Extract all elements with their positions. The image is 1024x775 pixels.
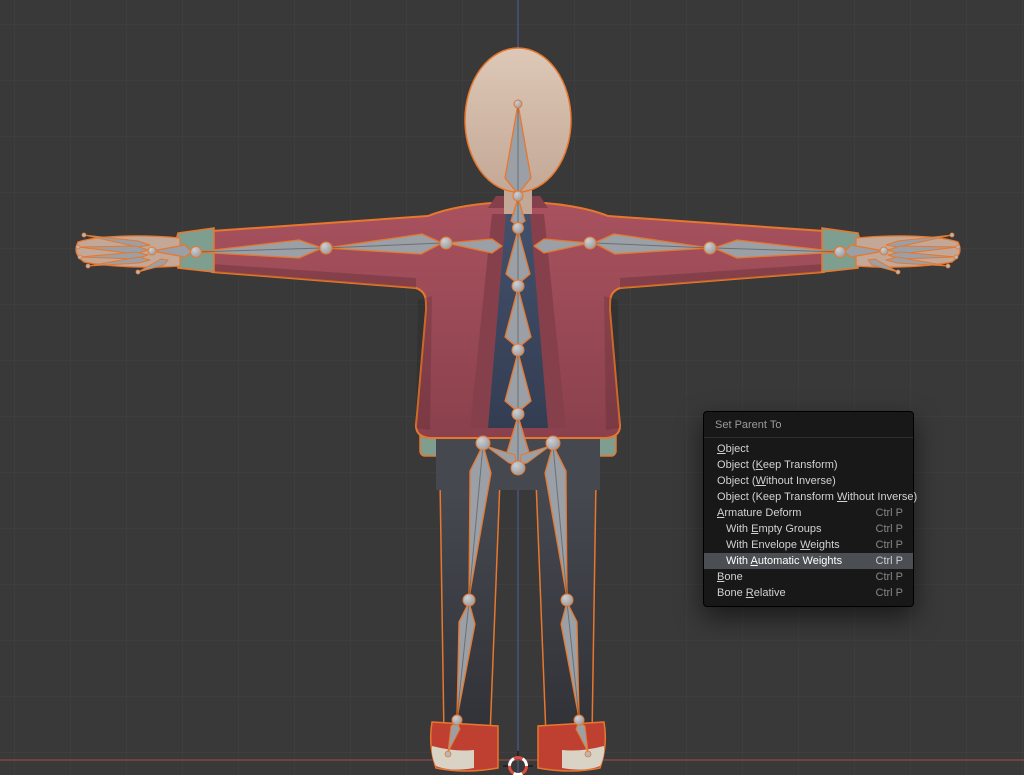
menu-item-bone-relative[interactable]: Bone Relative Ctrl P bbox=[704, 585, 913, 601]
menu-item-label: Bone bbox=[717, 569, 743, 585]
menu-item-shortcut: Ctrl P bbox=[876, 553, 904, 569]
menu-item-object[interactable]: Object bbox=[704, 441, 913, 457]
viewport-canvas[interactable] bbox=[0, 0, 1024, 775]
menu-item-label: With Envelope Weights bbox=[726, 537, 840, 553]
menu-item-label: Bone Relative bbox=[717, 585, 786, 601]
menu-item-with-automatic-weights[interactable]: With Automatic Weights Ctrl P bbox=[704, 553, 913, 569]
menu-item-label: Object (Without Inverse) bbox=[717, 473, 836, 489]
menu-item-armature-deform[interactable]: Armature Deform Ctrl P bbox=[704, 505, 913, 521]
menu-items: ObjectObject (Keep Transform)Object (Wit… bbox=[704, 441, 913, 601]
menu-title: Set Parent To bbox=[704, 412, 913, 437]
menu-item-shortcut: Ctrl P bbox=[876, 569, 904, 585]
menu-item-label: Object bbox=[717, 441, 749, 457]
menu-item-with-empty-groups[interactable]: With Empty Groups Ctrl P bbox=[704, 521, 913, 537]
menu-item-shortcut: Ctrl P bbox=[876, 585, 904, 601]
menu-item-label: Armature Deform bbox=[717, 505, 801, 521]
menu-item-shortcut: Ctrl P bbox=[876, 521, 904, 537]
menu-item-object-without-inverse[interactable]: Object (Without Inverse) bbox=[704, 473, 913, 489]
menu-item-label: With Empty Groups bbox=[726, 521, 821, 537]
menu-item-bone[interactable]: Bone Ctrl P bbox=[704, 569, 913, 585]
menu-item-with-envelope-weights[interactable]: With Envelope Weights Ctrl P bbox=[704, 537, 913, 553]
set-parent-to-menu: Set Parent To ObjectObject (Keep Transfo… bbox=[703, 411, 914, 607]
menu-item-label: With Automatic Weights bbox=[726, 553, 842, 569]
menu-item-label: Object (Keep Transform Without Inverse) bbox=[717, 489, 917, 505]
menu-item-label: Object (Keep Transform) bbox=[717, 457, 838, 473]
menu-item-shortcut: Ctrl P bbox=[876, 537, 904, 553]
menu-separator bbox=[704, 437, 913, 438]
menu-item-object-keep-transform-without-inverse[interactable]: Object (Keep Transform Without Inverse) bbox=[704, 489, 913, 505]
blender-3d-viewport[interactable]: Set Parent To ObjectObject (Keep Transfo… bbox=[0, 0, 1024, 775]
menu-item-object-keep-transform[interactable]: Object (Keep Transform) bbox=[704, 457, 913, 473]
menu-item-shortcut: Ctrl P bbox=[876, 505, 904, 521]
